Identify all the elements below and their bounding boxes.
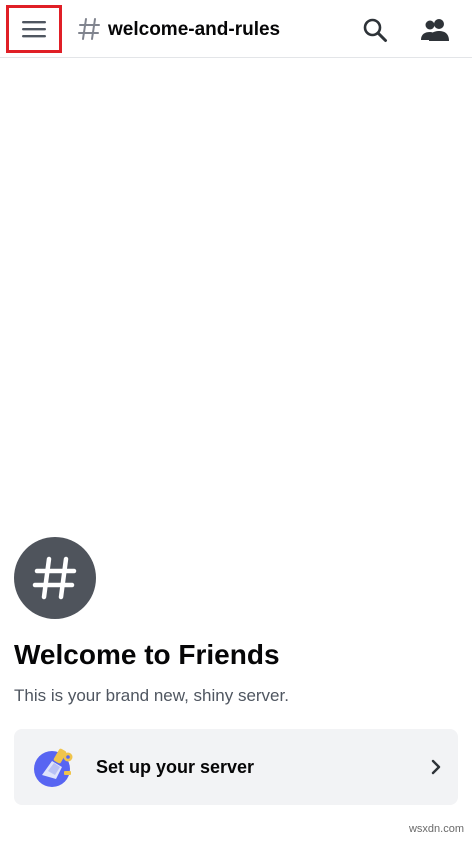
welcome-subtitle: This is your brand new, shiny server. — [14, 686, 289, 705]
hash-icon — [32, 556, 77, 600]
channel-name[interactable]: welcome-and-rules — [108, 19, 280, 41]
welcome-avatar — [14, 537, 96, 619]
chevron-right-icon — [431, 759, 441, 775]
hamburger-menu-icon — [22, 21, 46, 38]
server-setup-icon — [34, 748, 73, 787]
channel-header: welcome-and-rules — [0, 0, 472, 58]
members-icon[interactable] — [420, 17, 450, 43]
menu-button[interactable] — [6, 5, 62, 53]
setup-server-label: Set up your server — [96, 757, 255, 777]
hash-icon — [78, 18, 100, 40]
setup-server-button[interactable]: Set up your server — [14, 729, 458, 805]
watermark: wsxdn.com — [408, 823, 464, 835]
welcome-title: Welcome to Friends — [14, 639, 280, 670]
search-icon[interactable] — [362, 17, 388, 43]
